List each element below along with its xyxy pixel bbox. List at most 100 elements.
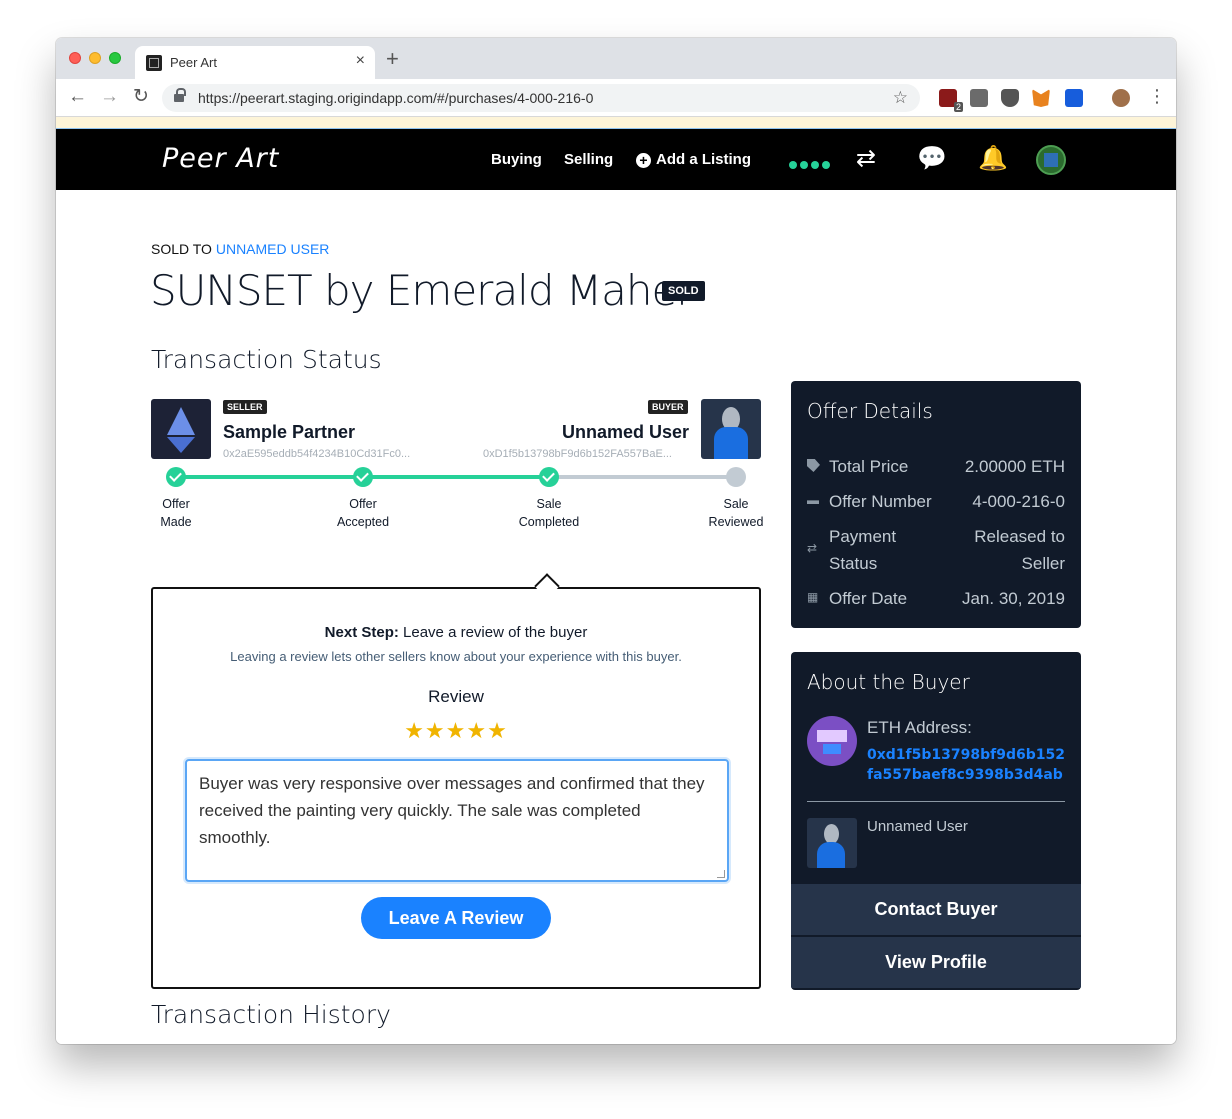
pocket-extension-icon[interactable] <box>1001 89 1019 107</box>
tab-close-icon[interactable]: × <box>356 52 365 70</box>
offer-row-offer-number: ▬ Offer Number 4-000-216-0 <box>807 488 1065 515</box>
eth-address-link[interactable]: 0xd1f5b13798bf9d6b152fa557baef8c9398b3d4… <box>867 745 1067 785</box>
zoom-window-button[interactable] <box>109 52 121 64</box>
step-label-offer-made: Offer Made <box>136 495 216 531</box>
view-profile-button[interactable]: View Profile <box>791 937 1081 988</box>
connection-status-dots[interactable] <box>789 156 833 174</box>
lock-icon[interactable] <box>174 88 186 103</box>
transfer-icon: ⇄ <box>807 541 818 555</box>
tab-peer-art[interactable]: Peer Art × <box>135 46 375 79</box>
review-text: Buyer was very responsive over messages … <box>199 774 705 847</box>
url-text[interactable]: https://peerart.staging.origindapp.com/#… <box>198 90 593 106</box>
resize-grip-icon[interactable] <box>717 870 725 878</box>
person-body-icon <box>817 842 845 868</box>
star-rating[interactable]: ★★★★★ <box>153 718 759 744</box>
buyer-name[interactable]: Unnamed User <box>562 422 689 443</box>
next-step-heading: Next Step: Leave a review of the buyer <box>153 624 759 641</box>
step-label-line1: Sale <box>723 497 749 511</box>
panel-divider <box>807 801 1065 802</box>
bitwarden-shield-icon[interactable] <box>1065 89 1083 107</box>
hash-icon: ▬ <box>807 493 819 507</box>
ethereum-logo-base <box>167 437 195 453</box>
new-tab-button[interactable]: + <box>386 48 399 70</box>
seller-name[interactable]: Sample Partner <box>223 422 355 443</box>
step-label-line2: Completed <box>518 515 580 529</box>
step-label-offer-accepted: Offer Accepted <box>323 495 403 531</box>
plus-circle-icon: + <box>636 153 651 168</box>
close-window-button[interactable] <box>69 52 81 64</box>
seller-avatar[interactable] <box>151 399 211 459</box>
step-label-sale-reviewed: Sale Reviewed <box>696 495 776 531</box>
notifications-bell-icon[interactable]: 🔔 <box>978 144 1008 174</box>
offer-row-payment-status: ⇄ Payment Status Released to Seller <box>807 523 1065 577</box>
forward-arrow-icon[interactable]: → <box>100 86 119 108</box>
transaction-history-heading: Transaction History <box>151 1000 391 1029</box>
peer-art-logo[interactable]: Peer Art <box>162 143 279 174</box>
nav-buying[interactable]: Buying <box>491 151 542 168</box>
calendar-icon: ▦ <box>807 590 819 604</box>
buyer-identicon-avatar[interactable] <box>807 716 857 766</box>
eth-address-label: ETH Address: <box>867 718 972 737</box>
ublock-extension-icon[interactable]: 2 <box>939 89 963 112</box>
status-dot <box>789 161 797 169</box>
buyer-avatar[interactable] <box>701 399 761 459</box>
step-label-line1: Sale <box>536 497 562 511</box>
transaction-status-heading: Transaction Status <box>151 345 382 374</box>
status-dot <box>800 161 808 169</box>
offer-row-value: Jan. 30, 2019 <box>961 589 1065 608</box>
next-step-box: Next Step: Leave a review of the buyer L… <box>151 587 761 989</box>
sold-to-buyer-link[interactable]: UNNAMED USER <box>216 241 330 257</box>
contact-buyer-button[interactable]: Contact Buyer <box>791 884 1081 935</box>
tab-title: Peer Art <box>170 55 217 70</box>
step-offer-accepted-check-icon <box>353 467 373 487</box>
review-textarea[interactable]: Buyer was very responsive over messages … <box>185 759 729 882</box>
tag-icon <box>807 459 820 472</box>
listing-title: SUNSET by Emerald Maher <box>150 266 694 315</box>
metamask-fox-icon[interactable] <box>1032 89 1050 107</box>
nav-selling[interactable]: Selling <box>564 151 613 168</box>
progress-track-pending <box>549 475 735 479</box>
transfer-arrows-icon[interactable]: ⇄ <box>856 144 876 174</box>
user-avatar[interactable] <box>1036 145 1066 175</box>
offer-row-label: Offer Date <box>829 589 908 608</box>
reload-icon[interactable]: ↻ <box>133 86 149 108</box>
offer-row-value: 2.00000 ETH <box>964 457 1065 476</box>
peer-art-favicon-icon <box>146 55 162 71</box>
step-label-sale-completed: Sale Completed <box>509 495 589 531</box>
about-buyer-panel: About the Buyer ETH Address: 0xd1f5b1379… <box>791 652 1081 990</box>
add-listing-label: Add a Listing <box>656 151 751 168</box>
nav-add-listing[interactable]: + Add a Listing <box>636 151 751 168</box>
step-label-line1: Offer <box>162 497 190 511</box>
buyer-role-badge: BUYER <box>648 400 688 414</box>
buyer-profile-name[interactable]: Unnamed User <box>867 818 968 835</box>
info-bar <box>56 117 1176 129</box>
offer-row-label: Payment Status <box>829 527 897 573</box>
leave-review-button[interactable]: Leave A Review <box>361 897 551 939</box>
about-buyer-title: About the Buyer <box>807 670 970 694</box>
offer-details-title: Offer Details <box>807 399 933 423</box>
step-sale-reviewed-pending-icon <box>726 467 746 487</box>
profile-avatar-icon[interactable] <box>1112 89 1130 107</box>
browser-toolbar: ← → ↻ https://peerart.staging.origindapp… <box>56 79 1176 117</box>
step-label-line2: Accepted <box>336 515 390 529</box>
messages-chat-icon[interactable]: 💬 <box>917 144 947 174</box>
bookmark-star-icon[interactable]: ☆ <box>893 88 908 108</box>
step-label-line1: Offer <box>349 497 377 511</box>
offer-row-label: Offer Number <box>829 492 932 511</box>
offer-row-offer-date: ▦ Offer Date Jan. 30, 2019 <box>807 585 1065 612</box>
buyer-address: 0xD1f5b13798bF9d6b152FA557BaE... <box>483 448 672 460</box>
sold-badge: SOLD <box>662 281 705 301</box>
sold-to-prefix: SOLD TO <box>151 241 212 257</box>
back-arrow-icon[interactable]: ← <box>68 86 87 108</box>
minimize-window-button[interactable] <box>89 52 101 64</box>
offer-row-value: 4-000-216-0 <box>972 492 1065 511</box>
address-bar[interactable]: https://peerart.staging.origindapp.com/#… <box>162 84 920 112</box>
buyer-profile-avatar[interactable] <box>807 818 857 868</box>
status-dot <box>811 161 819 169</box>
step-label-line2: Reviewed <box>708 515 764 529</box>
download-extension-icon[interactable] <box>970 89 988 107</box>
ublock-badge: 2 <box>953 102 963 112</box>
step-sale-completed-check-icon <box>539 467 559 487</box>
review-label: Review <box>428 687 484 706</box>
browser-menu-icon[interactable]: ⋮ <box>1148 87 1166 105</box>
